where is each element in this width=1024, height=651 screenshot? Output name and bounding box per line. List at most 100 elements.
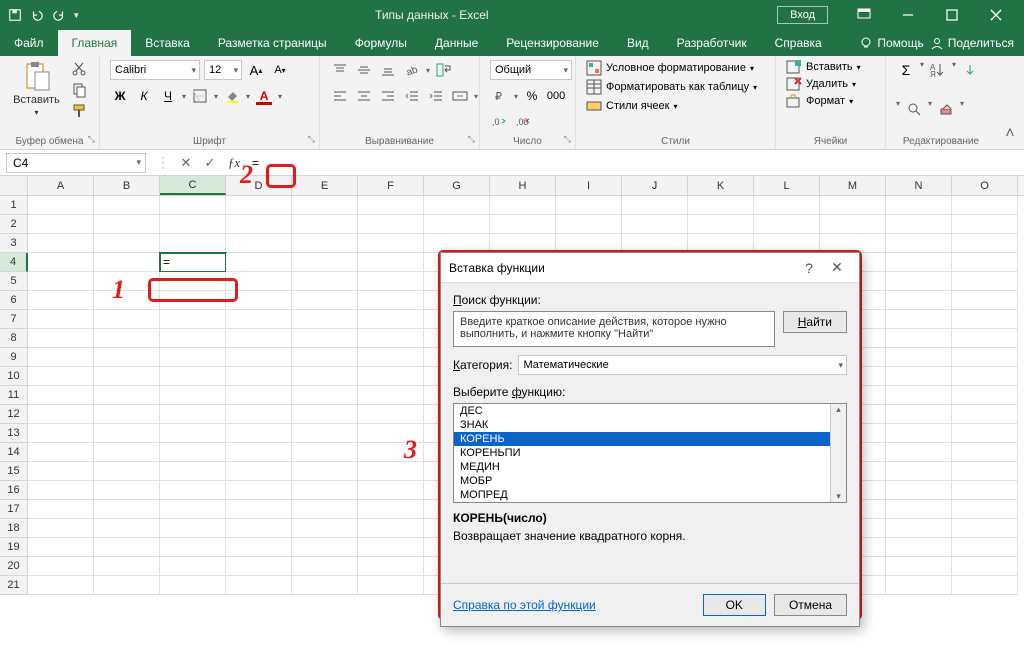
save-icon[interactable] [8, 8, 22, 22]
function-list-item[interactable]: МОПРЕД [454, 488, 846, 502]
cell[interactable] [424, 196, 490, 215]
align-left-icon[interactable] [330, 86, 350, 106]
cell[interactable] [358, 215, 424, 234]
cell[interactable] [424, 215, 490, 234]
paste-button[interactable]: Вставить ▾ [10, 60, 63, 117]
sort-filter-icon[interactable]: AЯ [928, 60, 948, 80]
cell[interactable] [886, 291, 952, 310]
cell[interactable] [28, 500, 94, 519]
align-top-icon[interactable] [330, 60, 350, 80]
tab-home[interactable]: Главная [58, 30, 132, 56]
col-header[interactable]: E [292, 176, 358, 195]
row-header[interactable]: 4 [0, 253, 28, 272]
cell[interactable] [94, 481, 160, 500]
cell[interactable] [952, 557, 1018, 576]
cell[interactable] [292, 576, 358, 595]
cell[interactable] [292, 481, 358, 500]
cell[interactable] [490, 215, 556, 234]
cell[interactable] [94, 291, 160, 310]
cell[interactable] [226, 481, 292, 500]
cell[interactable] [94, 215, 160, 234]
row-header[interactable]: 20 [0, 557, 28, 576]
cell[interactable] [292, 386, 358, 405]
dialog-help-icon[interactable]: ? [795, 260, 823, 276]
fill-icon[interactable] [960, 60, 980, 80]
font-size-select[interactable]: 12 [204, 60, 242, 80]
cell[interactable] [952, 329, 1018, 348]
row-header[interactable]: 21 [0, 576, 28, 595]
cell[interactable] [28, 557, 94, 576]
col-header[interactable]: C [160, 176, 226, 195]
cell[interactable] [94, 500, 160, 519]
cell[interactable] [28, 348, 94, 367]
cell[interactable] [94, 557, 160, 576]
cell[interactable] [292, 253, 358, 272]
find-icon[interactable] [904, 99, 924, 119]
col-header[interactable]: G [424, 176, 490, 195]
increase-indent-icon[interactable] [426, 86, 446, 106]
tab-data[interactable]: Данные [421, 30, 492, 56]
tab-review[interactable]: Рецензирование [492, 30, 613, 56]
cell[interactable] [358, 196, 424, 215]
row-header[interactable]: 15 [0, 462, 28, 481]
function-list-item[interactable]: МОБР [454, 474, 846, 488]
tab-help[interactable]: Справка [761, 30, 836, 56]
cell[interactable] [28, 234, 94, 253]
cell[interactable] [556, 215, 622, 234]
cell[interactable] [754, 215, 820, 234]
cell[interactable] [28, 481, 94, 500]
row-header[interactable]: 7 [0, 310, 28, 329]
find-button[interactable]: Найти [783, 311, 847, 333]
row-header[interactable]: 10 [0, 367, 28, 386]
cell[interactable] [886, 481, 952, 500]
cell[interactable] [952, 519, 1018, 538]
cell[interactable] [226, 329, 292, 348]
cell[interactable] [886, 215, 952, 234]
cell[interactable] [952, 481, 1018, 500]
autosum-icon[interactable]: Σ [896, 60, 916, 80]
cell[interactable] [160, 538, 226, 557]
cell[interactable] [28, 405, 94, 424]
cell[interactable] [556, 234, 622, 253]
cell[interactable] [358, 500, 424, 519]
row-header[interactable]: 18 [0, 519, 28, 538]
cell[interactable] [358, 310, 424, 329]
cell[interactable] [226, 424, 292, 443]
cell[interactable] [94, 405, 160, 424]
row-header[interactable]: 16 [0, 481, 28, 500]
cell[interactable] [292, 234, 358, 253]
cell[interactable] [688, 196, 754, 215]
row-header[interactable]: 11 [0, 386, 28, 405]
cell[interactable] [226, 386, 292, 405]
col-header[interactable]: H [490, 176, 556, 195]
cell[interactable] [160, 291, 226, 310]
cell[interactable] [622, 215, 688, 234]
enter-formula-icon[interactable]: ✓ [198, 153, 222, 173]
cell[interactable] [358, 462, 424, 481]
currency-icon[interactable]: ₽ [490, 86, 510, 106]
align-bottom-icon[interactable] [378, 60, 398, 80]
tab-view[interactable]: Вид [613, 30, 663, 56]
cell[interactable] [886, 462, 952, 481]
cell[interactable] [292, 215, 358, 234]
cell[interactable] [28, 386, 94, 405]
cell[interactable] [160, 215, 226, 234]
format-painter-icon[interactable] [69, 102, 89, 120]
cell[interactable] [226, 291, 292, 310]
cell[interactable] [226, 576, 292, 595]
scrollbar[interactable] [830, 404, 846, 502]
cell[interactable] [28, 576, 94, 595]
cell[interactable] [490, 234, 556, 253]
cell[interactable] [358, 557, 424, 576]
row-header[interactable]: 8 [0, 329, 28, 348]
italic-button[interactable]: К [134, 86, 154, 106]
cell[interactable] [226, 253, 292, 272]
cell[interactable] [94, 196, 160, 215]
number-launcher-icon[interactable]: ⤡ [564, 134, 571, 145]
tab-developer[interactable]: Разработчик [663, 30, 761, 56]
cell[interactable] [292, 310, 358, 329]
cell[interactable] [292, 196, 358, 215]
cell[interactable] [160, 367, 226, 386]
cell[interactable] [952, 386, 1018, 405]
cell[interactable] [886, 310, 952, 329]
